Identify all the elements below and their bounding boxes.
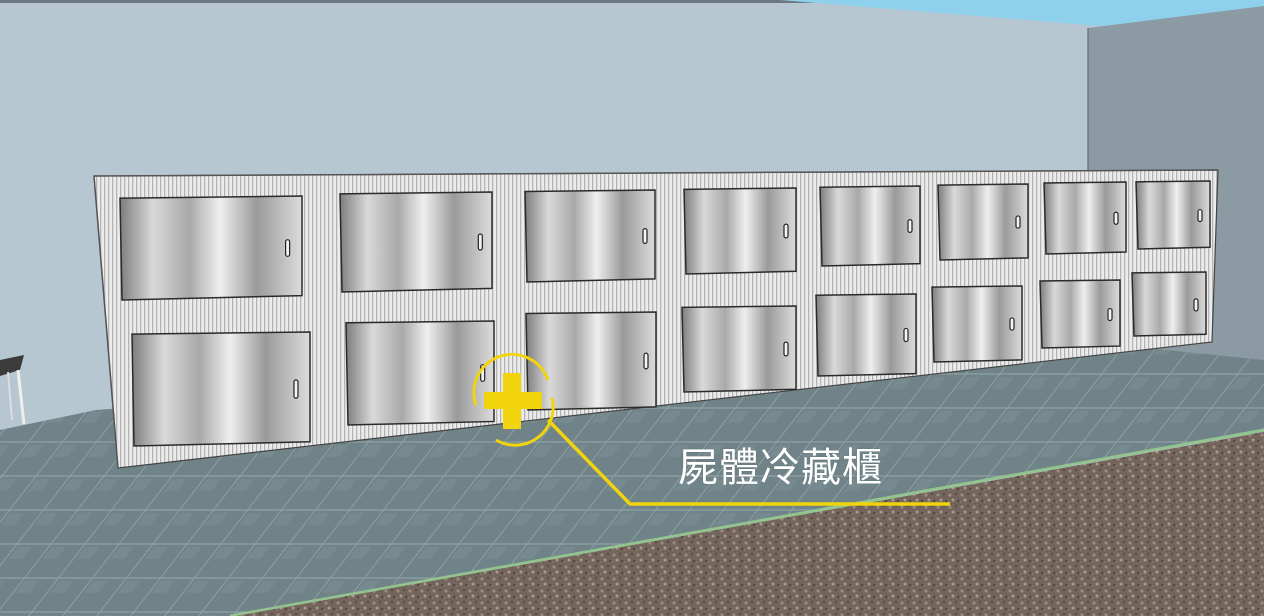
cabinet-door-top[interactable] <box>119 195 303 301</box>
door-handle-icon[interactable] <box>477 233 483 251</box>
cabinet-door-top[interactable] <box>819 185 921 267</box>
cabinet-door-bottom[interactable] <box>345 320 495 426</box>
door-handle-icon[interactable] <box>285 239 291 257</box>
door-handle-icon[interactable] <box>783 341 789 357</box>
cabinet-door-bottom[interactable] <box>931 285 1023 363</box>
cabinet-door-bottom[interactable] <box>131 331 311 447</box>
cabinet-door-top[interactable] <box>524 189 656 283</box>
door-handle-icon[interactable] <box>1197 208 1203 223</box>
door-handle-icon[interactable] <box>643 352 649 370</box>
annotation-label: 屍體冷藏櫃 <box>678 445 883 491</box>
3d-scene-viewport[interactable]: 屍體冷藏櫃 <box>0 0 1264 616</box>
door-handle-icon[interactable] <box>1015 215 1021 229</box>
cabinet-door-bottom[interactable] <box>815 293 917 377</box>
door-handle-icon[interactable] <box>907 219 913 234</box>
door-handle-icon[interactable] <box>1113 211 1119 225</box>
door-handle-icon[interactable] <box>1009 317 1015 331</box>
cabinet-door-bottom[interactable] <box>525 311 657 411</box>
cabinet-door-bottom[interactable] <box>681 305 797 393</box>
scene-canvas <box>0 0 1264 616</box>
door-handle-icon[interactable] <box>642 228 648 244</box>
cabinet-door-top[interactable] <box>339 191 493 293</box>
door-handle-icon[interactable] <box>1107 307 1113 322</box>
door-handle-icon[interactable] <box>293 379 299 399</box>
door-handle-icon[interactable] <box>1193 298 1199 312</box>
door-handle-icon[interactable] <box>783 223 789 239</box>
cabinet-door-top[interactable] <box>937 183 1029 261</box>
door-handle-icon[interactable] <box>903 327 909 343</box>
cabinet-door-top[interactable] <box>683 187 797 275</box>
